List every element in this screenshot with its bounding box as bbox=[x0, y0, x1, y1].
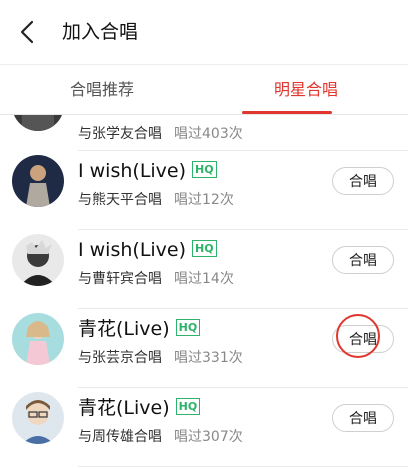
hq-badge: HQ bbox=[175, 398, 201, 415]
list-item-subtitle: 与张芸京合唱 唱过331次 bbox=[78, 349, 243, 367]
list-item-subtitle: 与熊天平合唱 唱过12次 bbox=[78, 191, 234, 209]
list-item[interactable]: I wish(Live) HQ 与曹轩宾合唱 唱过14次 合唱 bbox=[0, 230, 408, 308]
list-item[interactable]: 青花(Live) HQ 与张芸京合唱 唱过331次 合唱 bbox=[0, 309, 408, 387]
list-item-subtitle: 与张学友合唱 唱过403次 bbox=[78, 125, 243, 143]
duet-artist: 与张学友合唱 bbox=[78, 126, 162, 142]
list-item[interactable]: 与张学友合唱唱过403次 合唱 bbox=[0, 115, 408, 151]
hq-badge: HQ bbox=[192, 240, 217, 257]
list-item[interactable]: I wish(Live) HQ 与熊天平合唱 唱过12次 合唱 bbox=[0, 151, 408, 229]
sing-count: 唱过12次 bbox=[174, 192, 234, 208]
back-arrow-icon[interactable] bbox=[14, 18, 42, 46]
song-title: I wish(Live) HQ bbox=[78, 159, 217, 183]
sing-count: 唱过14次 bbox=[174, 271, 234, 287]
list-item-subtitle: 与周传雄合唱 唱过307次 bbox=[78, 428, 243, 446]
song-title: I wish(Live) HQ bbox=[78, 238, 217, 262]
avatar bbox=[12, 313, 64, 365]
list-item[interactable]: 青花(Live) HQ 与周传雄合唱 唱过307次 合唱 bbox=[0, 388, 408, 466]
sing-count: 唱过331次 bbox=[174, 350, 243, 366]
list-item-subtitle: 与曹轩宾合唱 唱过14次 bbox=[78, 270, 234, 288]
sing-count: 唱过307次 bbox=[174, 429, 243, 445]
duet-artist: 与熊天平合唱 bbox=[78, 192, 162, 208]
duet-list: 与张学友合唱唱过403次 合唱 I wish(Live)HQ 与熊天平合唱唱过1… bbox=[0, 114, 408, 469]
song-title: 青花(Live) HQ bbox=[78, 317, 201, 341]
duet-button[interactable]: 合唱 bbox=[332, 246, 394, 274]
tab-star-duet[interactable]: 明星合唱 bbox=[204, 65, 408, 115]
duet-button[interactable]: 合唱 bbox=[332, 404, 394, 432]
duet-button[interactable]: 合唱 bbox=[332, 325, 394, 353]
duet-artist: 与张芸京合唱 bbox=[78, 350, 162, 366]
song-title: 青花(Live) HQ bbox=[78, 396, 201, 420]
avatar bbox=[12, 115, 64, 131]
tab-recommended[interactable]: 合唱推荐 bbox=[0, 65, 204, 115]
hq-badge: HQ bbox=[175, 319, 201, 336]
page-title: 加入合唱 bbox=[62, 21, 139, 43]
duet-button[interactable]: 合唱 bbox=[332, 167, 394, 195]
avatar bbox=[12, 234, 64, 286]
sing-count: 唱过403次 bbox=[174, 126, 243, 142]
avatar bbox=[12, 392, 64, 444]
duet-artist: 与曹轩宾合唱 bbox=[78, 271, 162, 287]
duet-artist: 与周传雄合唱 bbox=[78, 429, 162, 445]
hq-badge: HQ bbox=[192, 161, 217, 178]
app-header: 加入合唱 bbox=[0, 0, 408, 64]
divider bbox=[78, 466, 408, 467]
tab-bar: 合唱推荐 明星合唱 bbox=[0, 64, 408, 115]
avatar bbox=[12, 155, 64, 207]
